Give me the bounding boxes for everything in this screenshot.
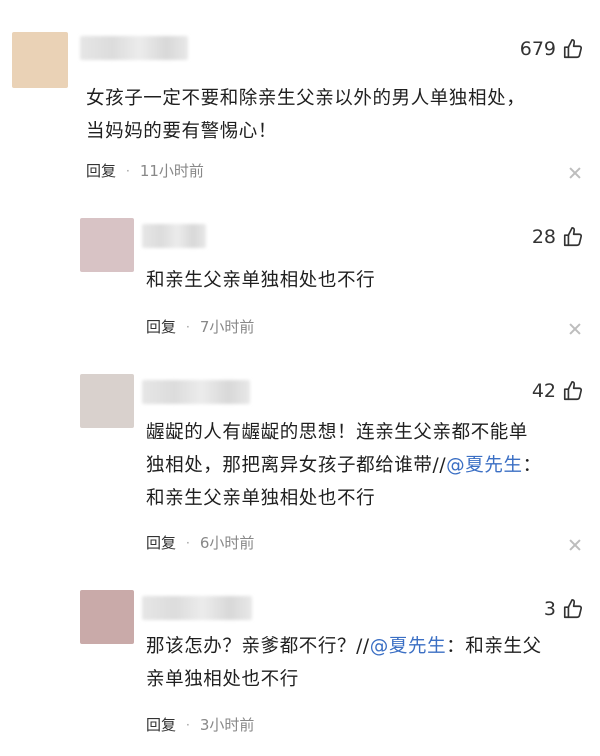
reply-button[interactable]: 回复 [146, 532, 176, 553]
comment-text: 那该怎办？亲爹都不行？//@夏先生：和亲生父 亲单独相处也不行 [146, 630, 582, 696]
comment-line: 那该怎办？亲爹都不行？//@夏先生：和亲生父 [146, 630, 582, 663]
reply-item: 28 和亲生父亲单独相处也不行 回复 · 7小时前 [0, 200, 600, 360]
comment-text-segment: 独相处，那把离异女孩子都给谁带// [146, 455, 447, 476]
avatar[interactable] [80, 374, 134, 428]
comment-line: 龌龊的人有龌龊的思想！连亲生父亲都不能单 [146, 422, 529, 443]
like-control[interactable]: 3 [544, 598, 584, 620]
username-redacted[interactable] [80, 36, 188, 60]
thumb-up-icon[interactable] [562, 226, 584, 248]
comment-line: 女孩子一定不要和除亲生父亲以外的男人单独相处， [86, 88, 526, 109]
thumb-up-icon[interactable] [562, 38, 584, 60]
like-count: 679 [519, 38, 556, 60]
avatar[interactable] [80, 590, 134, 644]
meta-separator: · [186, 717, 190, 732]
like-count: 28 [531, 226, 556, 248]
comment-text: 龌龊的人有龌龊的思想！连亲生父亲都不能单 独相处，那把离异女孩子都给谁带//@夏… [146, 416, 582, 515]
comment-line: 和亲生父亲单独相处也不行 [146, 270, 376, 291]
comment-item: 679 女孩子一定不要和除亲生父亲以外的男人单独相处， 当妈妈的要有警惕心！ 回… [0, 0, 600, 200]
comment-line: 独相处，那把离异女孩子都给谁带//@夏先生： [146, 449, 582, 482]
comment-text: 和亲生父亲单独相处也不行 [146, 264, 576, 297]
like-count: 42 [531, 380, 556, 402]
comment-line: 和亲生父亲单独相处也不行 [146, 488, 376, 509]
comment-text: 女孩子一定不要和除亲生父亲以外的男人单独相处， 当妈妈的要有警惕心！ [86, 82, 576, 148]
user-mention-link[interactable]: @夏先生 [446, 455, 522, 476]
avatar[interactable] [12, 32, 68, 88]
like-control[interactable]: 679 [520, 38, 584, 60]
thumb-up-icon[interactable] [562, 380, 584, 402]
reply-button[interactable]: 回复 [146, 316, 176, 337]
comment-line: 亲单独相处也不行 [146, 669, 299, 690]
like-control[interactable]: 28 [532, 226, 584, 248]
comment-text-segment: ：和亲生父 [446, 636, 542, 657]
username-redacted[interactable] [142, 380, 250, 404]
comment-text-segment: 那该怎办？亲爹都不行？// [146, 636, 370, 657]
timestamp: 6小时前 [199, 534, 255, 552]
close-icon[interactable] [568, 322, 582, 336]
meta-separator: · [126, 163, 130, 178]
timestamp: 3小时前 [199, 716, 255, 734]
comment-meta: 回复 · 6小时前 [146, 532, 254, 553]
close-icon[interactable] [568, 538, 582, 552]
reply-item: 42 龌龊的人有龌龊的思想！连亲生父亲都不能单 独相处，那把离异女孩子都给谁带/… [0, 360, 600, 580]
comment-line: 当妈妈的要有警惕心！ [86, 121, 278, 142]
username-redacted[interactable] [142, 596, 252, 620]
meta-separator: · [186, 535, 190, 550]
reply-button[interactable]: 回复 [86, 160, 116, 181]
close-icon[interactable] [568, 166, 582, 180]
avatar[interactable] [80, 218, 134, 272]
timestamp: 11小时前 [139, 162, 204, 180]
like-control[interactable]: 42 [532, 380, 584, 402]
timestamp: 7小时前 [199, 318, 255, 336]
comment-meta: 回复 · 3小时前 [146, 714, 254, 735]
comment-meta: 回复 · 7小时前 [146, 316, 254, 337]
username-redacted[interactable] [142, 224, 206, 248]
like-count: 3 [543, 598, 556, 620]
reply-button[interactable]: 回复 [146, 714, 176, 735]
comment-text-segment: ： [522, 455, 542, 476]
user-mention-link[interactable]: @夏先生 [370, 636, 446, 657]
thumb-up-icon[interactable] [562, 598, 584, 620]
meta-separator: · [186, 319, 190, 334]
reply-item: 3 那该怎办？亲爹都不行？//@夏先生：和亲生父 亲单独相处也不行 回复 · 3… [0, 580, 600, 756]
comment-meta: 回复 · 11小时前 [86, 160, 204, 181]
